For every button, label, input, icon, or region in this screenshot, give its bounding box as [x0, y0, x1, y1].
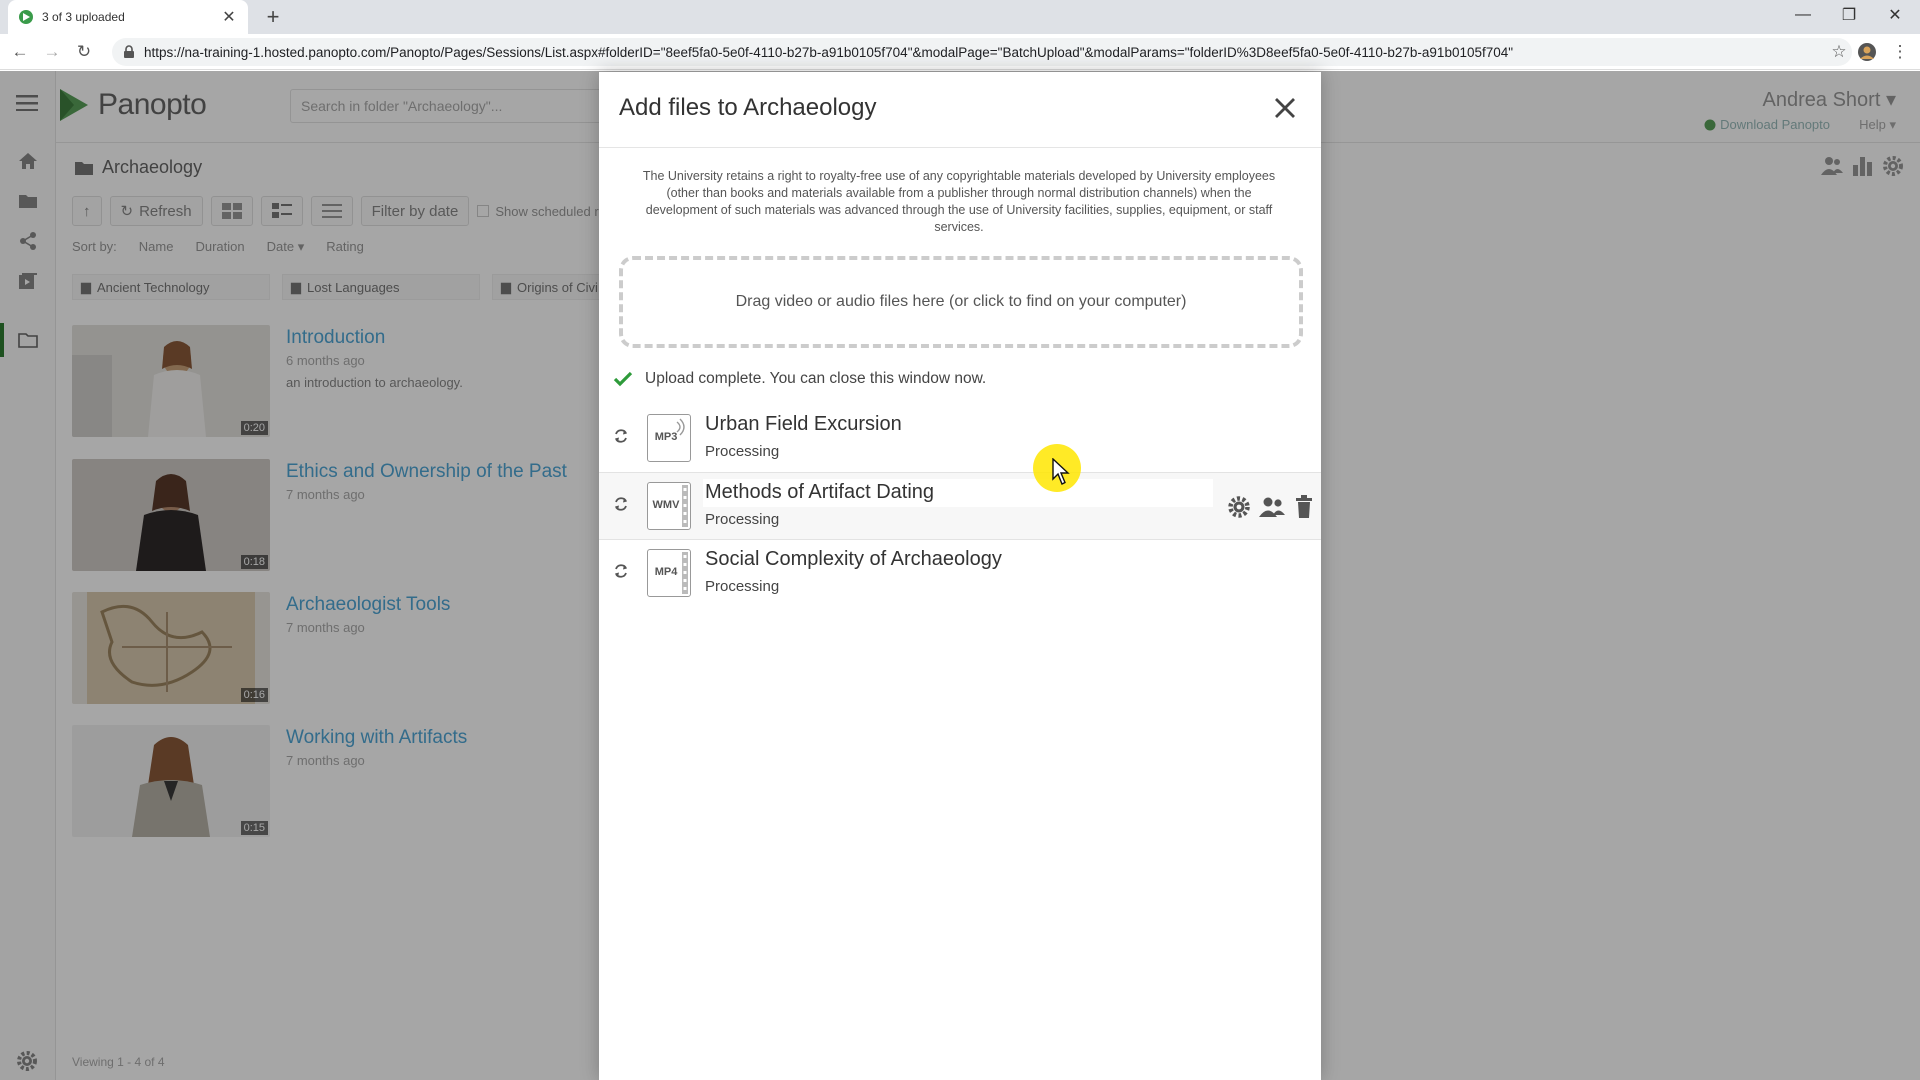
- file-name: Social Complexity of Archaeology: [705, 548, 1002, 570]
- file-actions: [1227, 495, 1315, 519]
- browser-tab[interactable]: 3 of 3 uploaded ✕: [8, 0, 248, 34]
- url-field[interactable]: https://na-training-1.hosted.panopto.com…: [112, 38, 1852, 66]
- modal-header: Add files to Archaeology: [599, 72, 1321, 148]
- file-drop-zone[interactable]: Drag video or audio files here (or click…: [619, 256, 1303, 348]
- file-extension: MP4: [654, 566, 678, 578]
- file-settings-gear-icon[interactable]: [1227, 495, 1251, 519]
- file-status: Processing: [705, 578, 780, 595]
- restore-icon[interactable]: ❐: [1826, 0, 1872, 30]
- modal-title: Add files to Archaeology: [619, 94, 877, 121]
- trash-icon[interactable]: [1293, 495, 1315, 519]
- file-status: Processing: [705, 511, 780, 528]
- video-file-icon: MP4: [647, 549, 691, 597]
- file-share-users-icon[interactable]: [1259, 495, 1285, 519]
- minimize-icon[interactable]: —: [1780, 0, 1826, 30]
- upload-file-row[interactable]: MP3 Urban Field Excursion Processing: [599, 405, 1321, 473]
- checkmark-icon: [613, 371, 633, 387]
- mouse-cursor-highlight: [1033, 444, 1081, 492]
- panopto-favicon-icon: [19, 10, 33, 24]
- add-files-modal: Add files to Archaeology The University …: [599, 72, 1321, 1080]
- audio-file-icon: MP3: [647, 414, 691, 462]
- upload-file-row[interactable]: MP4 Social Complexity of Archaeology Pro…: [599, 540, 1321, 608]
- close-icon[interactable]: [1267, 90, 1303, 126]
- tab-title: 3 of 3 uploaded: [42, 10, 125, 24]
- file-status: Processing: [705, 443, 780, 460]
- file-name: Urban Field Excursion: [705, 413, 902, 435]
- file-extension: WMV: [652, 499, 680, 511]
- address-bar-row: ← → ↻ https://na-training-1.hosted.panop…: [0, 34, 1920, 70]
- file-name[interactable]: Methods of Artifact Dating: [705, 481, 934, 504]
- bookmark-star-icon[interactable]: ☆: [1826, 42, 1852, 62]
- close-window-icon[interactable]: ✕: [1872, 0, 1918, 30]
- new-tab-icon[interactable]: +: [260, 4, 286, 30]
- profile-avatar-icon[interactable]: [1856, 42, 1878, 62]
- forward-icon[interactable]: →: [40, 40, 64, 64]
- lock-icon: [124, 45, 134, 58]
- upload-status: Upload complete. You can close this wind…: [613, 370, 986, 388]
- upload-status-text: Upload complete. You can close this wind…: [645, 370, 987, 387]
- processing-spinner-icon: [615, 497, 627, 511]
- url-text: https://na-training-1.hosted.panopto.com…: [144, 44, 1514, 60]
- upload-file-row[interactable]: WMV Methods of Artifact Dating Processin…: [599, 472, 1321, 540]
- browser-menu-icon[interactable]: ⋮: [1888, 40, 1912, 64]
- close-tab-icon[interactable]: ✕: [220, 7, 238, 27]
- usage-terms-text: The University retains a right to royalt…: [642, 169, 1276, 234]
- reload-icon[interactable]: ↻: [72, 40, 96, 64]
- processing-spinner-icon: [615, 429, 627, 443]
- video-file-icon: WMV: [647, 482, 691, 530]
- drop-zone-text: Drag video or audio files here (or click…: [735, 293, 1187, 310]
- pointer-arrow-icon: [1052, 458, 1070, 485]
- processing-spinner-icon: [615, 564, 627, 578]
- back-icon[interactable]: ←: [8, 40, 32, 64]
- browser-tab-strip: 3 of 3 uploaded ✕ + — ❐ ✕: [0, 0, 1920, 34]
